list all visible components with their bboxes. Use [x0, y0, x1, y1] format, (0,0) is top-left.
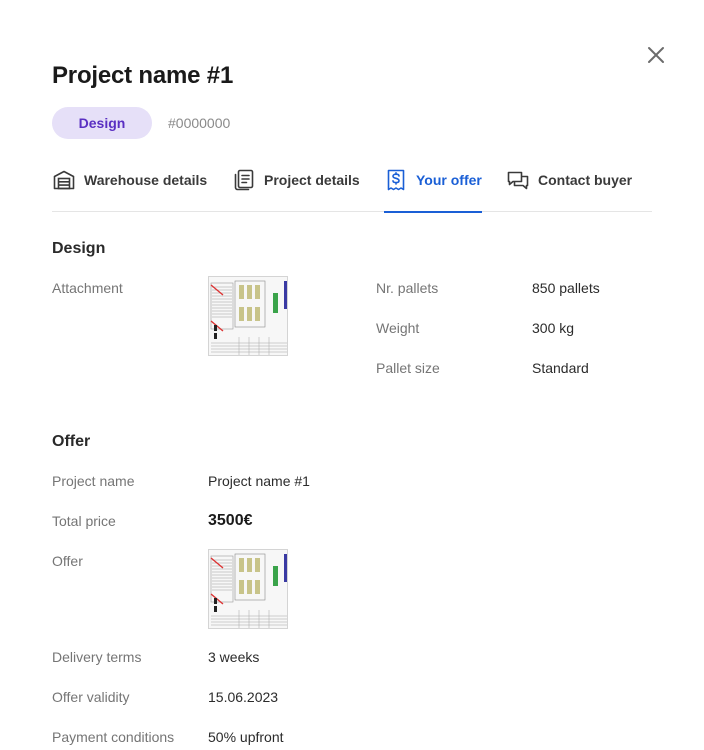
tab-label: Your offer: [416, 172, 482, 188]
payment-conditions-label: Payment conditions: [52, 729, 175, 745]
design-section-title: Design: [52, 240, 106, 257]
project-name-value: Project name #1: [208, 473, 310, 489]
project-name-label: Project name: [52, 473, 135, 489]
floorplan-image: [209, 550, 287, 628]
pallet-size-label: Pallet size: [376, 360, 440, 376]
offer-section-title: Offer: [52, 433, 91, 450]
warehouse-icon: [53, 170, 75, 190]
tab-project-details[interactable]: Project details: [232, 168, 360, 212]
tab-bar: Warehouse details Project details Your o…: [52, 168, 652, 213]
payment-conditions-value: 50% upfront: [208, 729, 284, 745]
delivery-terms-label: Delivery terms: [52, 649, 142, 665]
tab-label: Warehouse details: [84, 172, 208, 188]
pallets-value: 850 pallets: [532, 280, 600, 296]
pallets-label: Nr. pallets: [376, 280, 439, 296]
tab-label: Project details: [264, 172, 360, 188]
close-button[interactable]: [644, 43, 668, 67]
document-icon: [234, 169, 254, 191]
tab-warehouse-details[interactable]: Warehouse details: [52, 168, 207, 212]
close-icon: [648, 47, 664, 63]
offer-label: Offer: [52, 553, 83, 569]
weight-value: 300 kg: [532, 320, 575, 336]
tab-your-offer[interactable]: Your offer: [384, 168, 482, 213]
project-id: #0000000: [168, 115, 231, 131]
attachment-label: Attachment: [52, 280, 123, 296]
page-title: Project name #1: [52, 62, 234, 89]
offer-validity-label: Offer validity: [52, 689, 130, 705]
tab-contact-buyer[interactable]: Contact buyer: [506, 168, 632, 212]
chat-icon: [507, 171, 529, 190]
dollar-receipt-icon: [387, 169, 405, 191]
status-badge: Design: [52, 107, 152, 139]
offer-validity-value: 15.06.2023: [208, 689, 279, 705]
attachment-thumbnail[interactable]: [208, 276, 288, 356]
pallet-size-value: Standard: [532, 360, 589, 376]
offer-thumbnail[interactable]: [208, 549, 288, 629]
total-price-label: Total price: [52, 513, 116, 529]
tab-label: Contact buyer: [538, 172, 633, 188]
total-price-value: 3500€: [208, 512, 253, 529]
floorplan-image: [209, 277, 287, 355]
delivery-terms-value: 3 weeks: [208, 649, 260, 665]
weight-label: Weight: [376, 320, 420, 336]
